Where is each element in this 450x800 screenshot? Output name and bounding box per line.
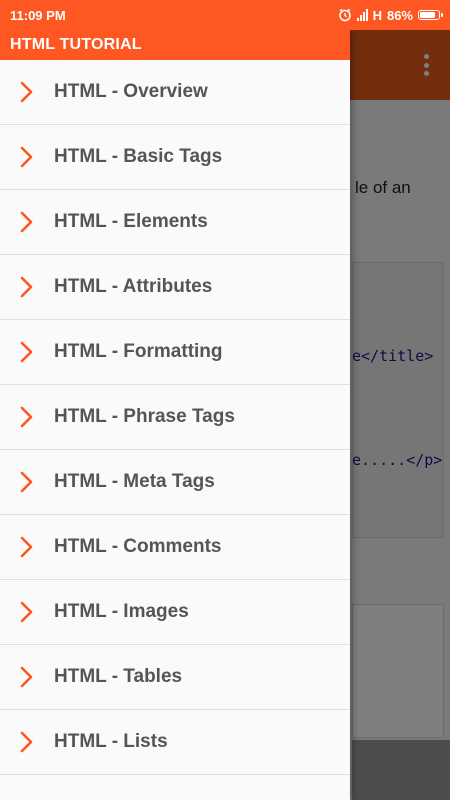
chevron-right-icon xyxy=(20,81,33,103)
drawer-menu: HTML - Overview HTML - Basic Tags HTML - E… xyxy=(0,60,350,775)
battery-icon xyxy=(418,10,443,20)
drawer-item-label: HTML - Basic Tags xyxy=(54,146,223,167)
chevron-right-icon xyxy=(20,276,33,298)
drawer-item[interactable]: HTML - Basic Tags xyxy=(0,125,350,190)
drawer-item-label: HTML - Attributes xyxy=(54,276,213,297)
drawer-item[interactable]: HTML - Lists xyxy=(0,710,350,775)
navigation-drawer: HTML TUTORIAL HTML - Overview HTML - Basi… xyxy=(0,30,350,800)
status-bar: 11:09 PM H 86% xyxy=(0,0,450,30)
chevron-right-icon xyxy=(20,666,33,688)
chevron-right-icon xyxy=(20,536,33,558)
drawer-item[interactable]: HTML - Attributes xyxy=(0,255,350,320)
drawer-item-label: HTML - Lists xyxy=(54,731,168,752)
chevron-right-icon xyxy=(20,731,33,753)
status-time: 11:09 PM xyxy=(10,7,66,23)
drawer-item-label: HTML - Meta Tags xyxy=(54,471,215,492)
drawer-title: HTML TUTORIAL xyxy=(0,30,350,60)
battery-percent: 86% xyxy=(386,7,413,23)
chevron-right-icon xyxy=(20,341,33,363)
chevron-right-icon xyxy=(20,211,33,233)
drawer-item-label: HTML - Elements xyxy=(54,211,208,232)
chevron-right-icon xyxy=(20,471,33,493)
status-icons: H 86% xyxy=(338,7,443,23)
drawer-item[interactable]: HTML - Formatting xyxy=(0,320,350,385)
drawer-item[interactable]: HTML - Tables xyxy=(0,645,350,710)
drawer-item[interactable]: HTML - Images xyxy=(0,580,350,645)
signal-icon xyxy=(356,9,368,21)
chevron-right-icon xyxy=(20,601,33,623)
alarm-icon xyxy=(338,8,351,22)
drawer-item-label: HTML - Images xyxy=(54,601,189,622)
drawer-item[interactable]: HTML - Comments xyxy=(0,515,350,580)
drawer-item-label: HTML - Comments xyxy=(54,536,222,557)
network-type: H xyxy=(372,7,382,23)
drawer-item[interactable]: HTML - Phrase Tags xyxy=(0,385,350,450)
drawer-item[interactable]: HTML - Elements xyxy=(0,190,350,255)
drawer-item[interactable]: HTML - Overview xyxy=(0,60,350,125)
chevron-right-icon xyxy=(20,146,33,168)
drawer-item-label: HTML - Formatting xyxy=(54,341,223,362)
drawer-item-label: HTML - Overview xyxy=(54,81,208,102)
drawer-item-label: HTML - Tables xyxy=(54,666,183,687)
drawer-item[interactable]: HTML - Meta Tags xyxy=(0,450,350,515)
chevron-right-icon xyxy=(20,406,33,428)
drawer-item-label: HTML - Phrase Tags xyxy=(54,406,235,427)
